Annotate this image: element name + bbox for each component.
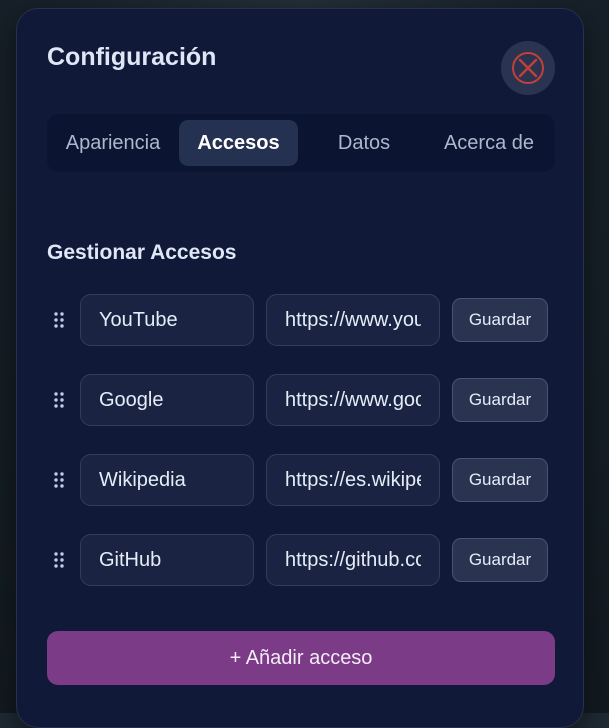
- save-button[interactable]: Guardar: [452, 458, 548, 502]
- drag-handle-icon[interactable]: [53, 551, 65, 569]
- drag-handle-icon[interactable]: [53, 391, 65, 409]
- shortcut-row: Guardar: [17, 534, 585, 590]
- save-button[interactable]: Guardar: [452, 298, 548, 342]
- shortcut-name-input[interactable]: [80, 534, 254, 586]
- tab-apariencia[interactable]: Apariencia: [53, 120, 173, 166]
- save-button[interactable]: Guardar: [452, 378, 548, 422]
- shortcut-row: Guardar: [17, 454, 585, 510]
- shortcut-row: Guardar: [17, 294, 585, 350]
- close-icon: [512, 52, 544, 84]
- settings-dialog: Configuración Apariencia Accesos Datos A…: [16, 8, 584, 728]
- tab-acerca-de[interactable]: Acerca de: [431, 120, 547, 166]
- close-button[interactable]: [501, 41, 555, 95]
- shortcut-row: Guardar: [17, 374, 585, 430]
- tab-accesos[interactable]: Accesos: [179, 120, 298, 166]
- drag-handle-icon[interactable]: [53, 471, 65, 489]
- shortcut-url-input[interactable]: [266, 294, 440, 346]
- drag-handle-icon[interactable]: [53, 311, 65, 329]
- shortcut-name-input[interactable]: [80, 294, 254, 346]
- add-shortcut-button[interactable]: + Añadir acceso: [47, 631, 555, 685]
- shortcut-url-input[interactable]: [266, 374, 440, 426]
- shortcut-url-input[interactable]: [266, 534, 440, 586]
- shortcut-name-input[interactable]: [80, 454, 254, 506]
- shortcut-url-input[interactable]: [266, 454, 440, 506]
- save-button[interactable]: Guardar: [452, 538, 548, 582]
- tab-bar: Apariencia Accesos Datos Acerca de: [47, 114, 555, 172]
- section-title: Gestionar Accesos: [47, 241, 237, 264]
- dialog-title: Configuración: [47, 43, 217, 71]
- shortcut-name-input[interactable]: [80, 374, 254, 426]
- tab-datos[interactable]: Datos: [304, 120, 424, 166]
